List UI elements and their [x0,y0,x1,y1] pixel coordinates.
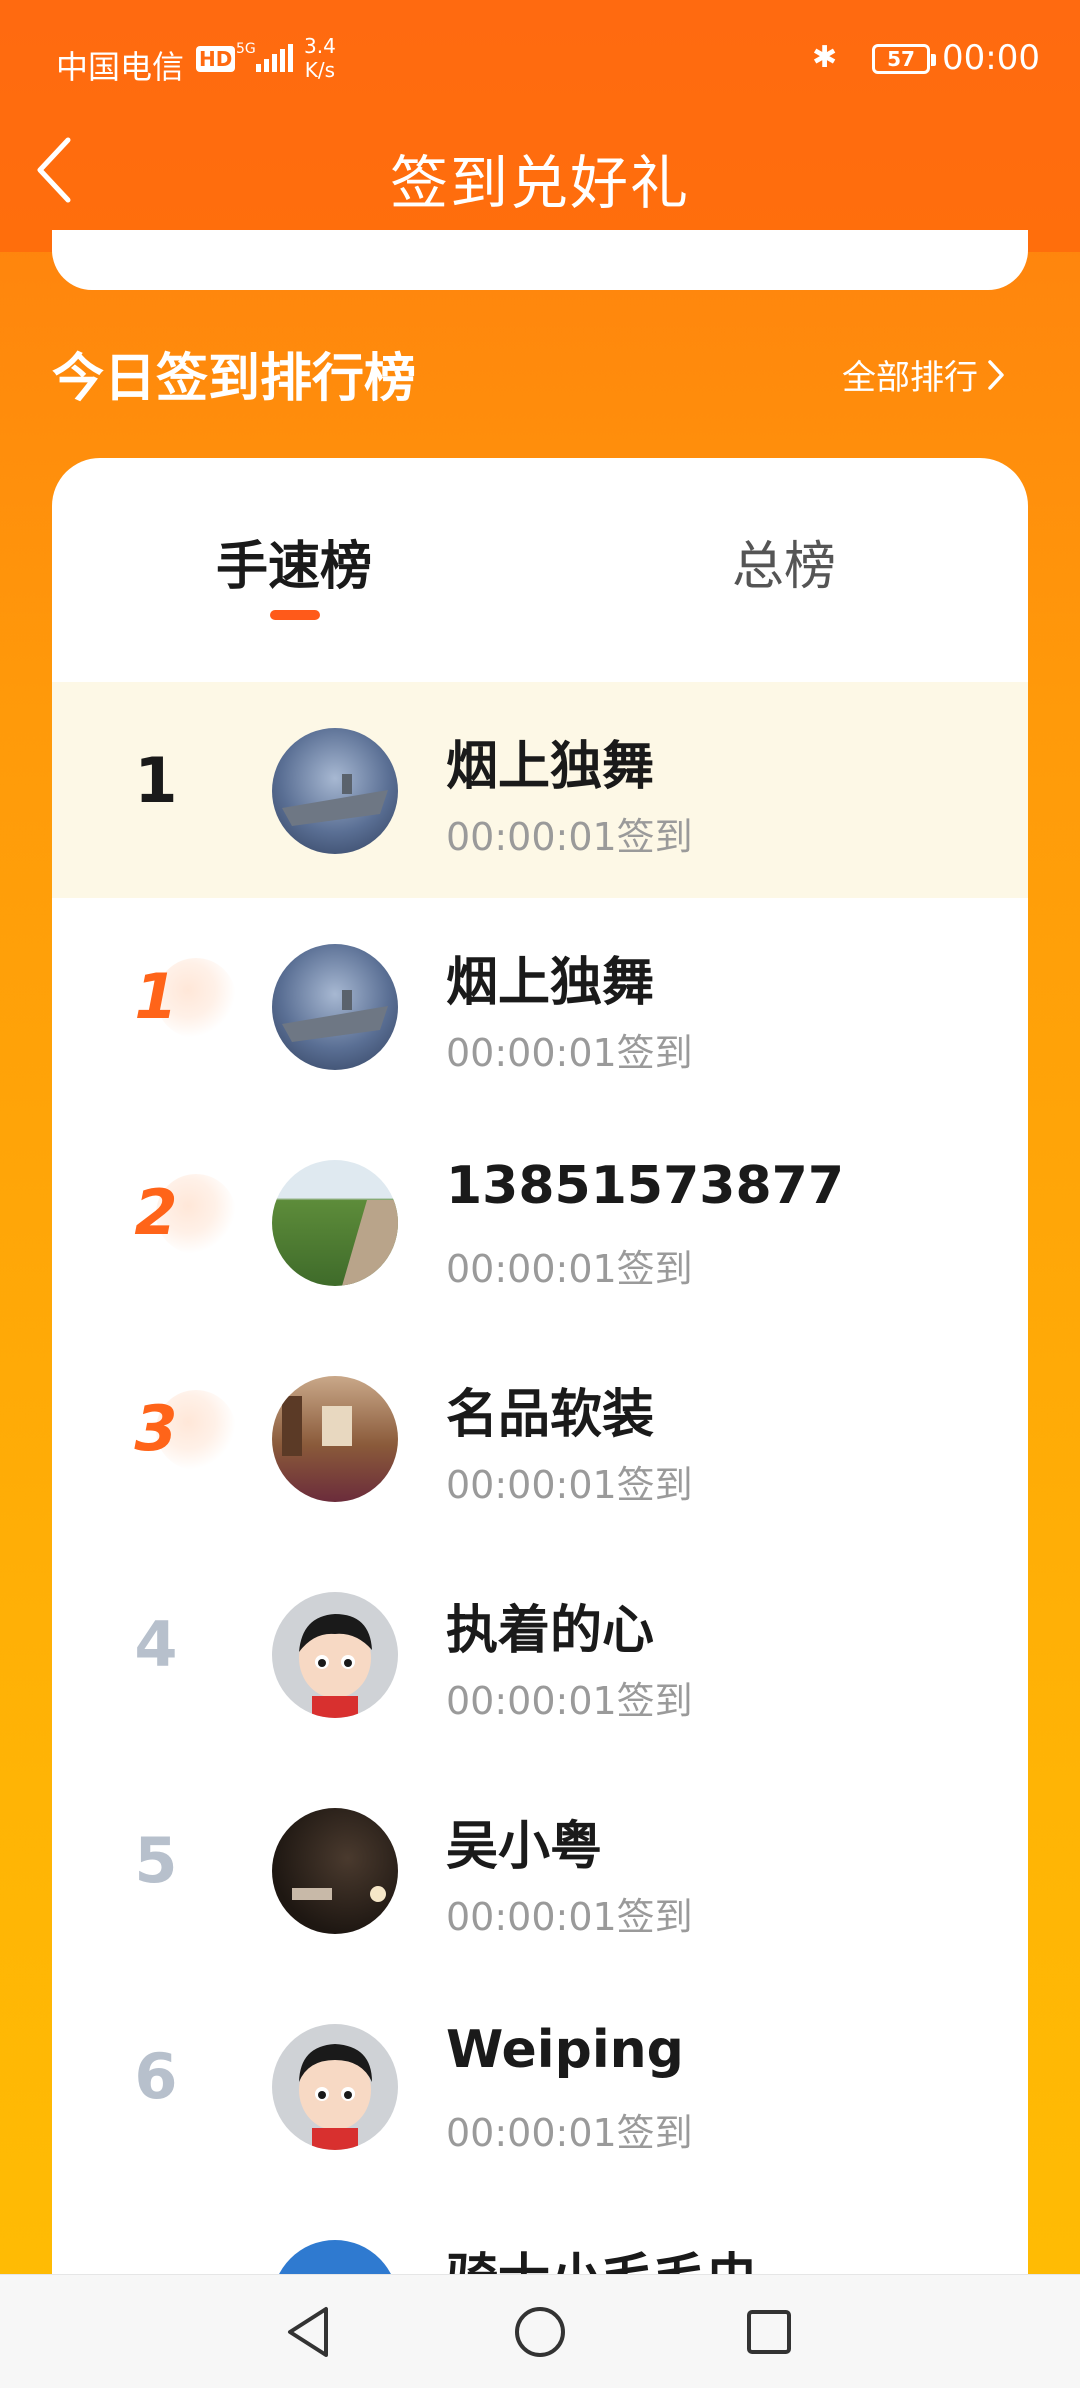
tab-total[interactable]: 总榜 [732,524,836,599]
all-ranking-label: 全部排行 [842,358,978,398]
active-tab-indicator [270,610,320,620]
network-speed: 3.4 K/s [304,34,336,82]
list-item[interactable]: 3 名品软装 00:00:01签到 [52,1330,1028,1546]
rank-number: 3 [134,1392,178,1465]
triangle-back-icon [288,2307,328,2357]
avatar [272,1376,398,1502]
page-title: 签到兑好礼 [389,149,690,217]
checkin-card-bottom [52,230,1028,290]
circle-home-icon [515,2307,565,2357]
nav-back-button[interactable] [254,2275,364,2388]
user-name: 13851573877 [446,1156,844,1216]
avatar [272,944,398,1070]
checkin-time: 00:00:01签到 [446,1031,693,1075]
list-item[interactable]: 1 烟上独舞 00:00:01签到 [52,898,1028,1114]
list-item[interactable]: 6 Weiping 00:00:01签到 [52,1978,1028,2194]
chevron-right-icon [988,359,1004,390]
checkin-time: 00:00:01签到 [446,1463,693,1507]
signal-icon [256,44,293,72]
user-name: Weiping [446,2020,684,2080]
checkin-time: 00:00:01签到 [446,2111,693,2155]
user-name: 烟上独舞 [446,953,655,1013]
avatar [272,728,398,854]
clock: 00:00 [942,38,1040,78]
bluetooth-icon: ✱ [812,40,838,75]
user-name: 执着的心 [446,1601,655,1661]
avatar [272,1808,398,1934]
square-recents-icon [747,2310,791,2354]
user-name: 烟上独舞 [446,737,655,797]
ranking-tabs: 手速榜 总榜 [52,458,1028,678]
rank-number: 6 [134,2040,178,2113]
nav-recents-button[interactable] [714,2275,824,2388]
nav-home-button[interactable] [485,2275,595,2388]
ranking-card: 手速榜 总榜 1 烟上独舞 00:00:01签到 1 烟上独舞 00:00:01… [52,458,1028,2388]
avatar [272,1592,398,1718]
battery-icon: 57 [872,44,936,74]
status-bar: 中国电信 HD 5G 3.4 K/s ✱ 57 00:00 [0,0,1080,120]
network-type: 5G [236,41,256,57]
system-nav-bar [0,2274,1080,2388]
ranking-title: 今日签到排行榜 [52,349,417,409]
list-item[interactable]: 4 执着的心 00:00:01签到 [52,1546,1028,1762]
user-name: 名品软装 [446,1385,655,1445]
checkin-time: 00:00:01签到 [446,1895,693,1939]
checkin-time: 00:00:01签到 [446,1679,693,1723]
my-rank-row[interactable]: 1 烟上独舞 00:00:01签到 [52,682,1028,898]
checkin-time: 00:00:01签到 [446,1247,693,1291]
avatar [272,1160,398,1286]
list-item[interactable]: 5 吴小粤 00:00:01签到 [52,1762,1028,1978]
rank-number: 1 [134,960,178,1033]
header-bar: 中国电信 HD 5G 3.4 K/s ✱ 57 00:00 签到兑好礼 [0,0,1080,252]
rank-number: 4 [134,1608,178,1681]
all-ranking-link[interactable]: 全部排行 [842,350,1006,399]
hd-badge: HD [196,46,236,72]
checkin-time: 00:00:01签到 [446,815,693,859]
list-item[interactable]: 2 13851573877 00:00:01签到 [52,1114,1028,1330]
rank-number: 5 [134,1824,178,1897]
user-name: 吴小粤 [446,1817,603,1877]
tab-speed[interactable]: 手速榜 [216,524,372,599]
avatar [272,2024,398,2150]
rank-number: 1 [134,744,178,817]
carrier-label: 中国电信 [56,48,185,86]
rank-number: 2 [134,1176,178,1249]
